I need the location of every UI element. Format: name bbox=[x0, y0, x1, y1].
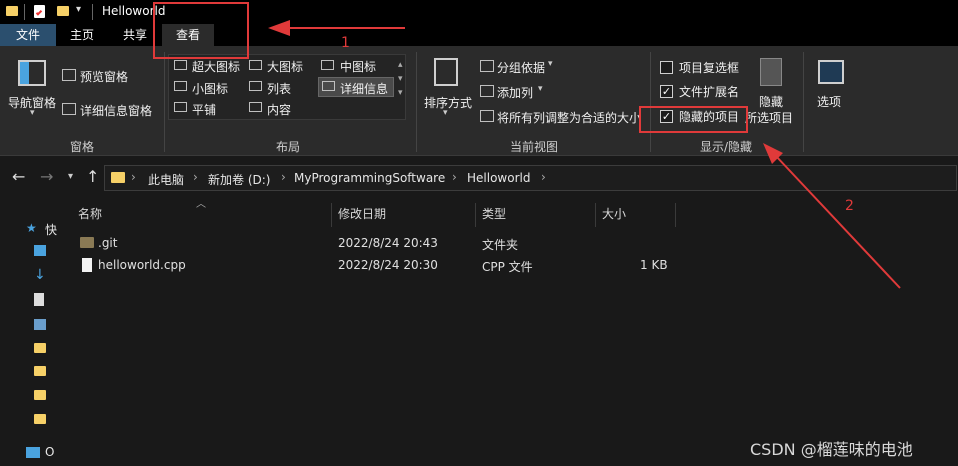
arrowhead-icon bbox=[268, 20, 290, 36]
annotation-arrows bbox=[268, 20, 901, 289]
watermark: CSDN @榴莲味的电池 bbox=[750, 440, 913, 459]
annotation-number-1: 1 bbox=[341, 35, 350, 51]
annotation-arrow-2 bbox=[774, 154, 901, 289]
annotation-number-2: 2 bbox=[845, 198, 854, 214]
